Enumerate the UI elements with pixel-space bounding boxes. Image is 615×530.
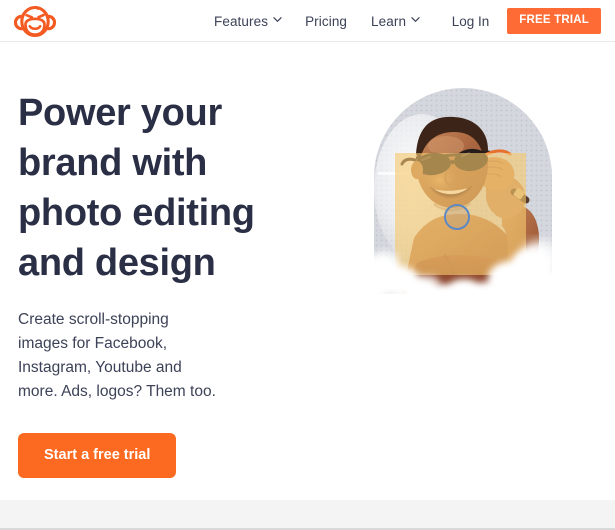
log-in-link[interactable]: Log In bbox=[452, 14, 490, 29]
hero-copy-block: Power your brand with photo editing and … bbox=[18, 88, 318, 478]
nav-item-pricing[interactable]: Pricing bbox=[305, 14, 347, 29]
nav-item-learn[interactable]: Learn bbox=[371, 13, 420, 29]
start-free-trial-button[interactable]: Start a free trial bbox=[18, 433, 177, 478]
selection-circle-handle[interactable] bbox=[444, 204, 470, 230]
page-bottom-band bbox=[0, 500, 615, 530]
chevron-down-icon bbox=[411, 15, 420, 23]
hero-artwork bbox=[364, 84, 559, 314]
free-trial-button[interactable]: FREE TRIAL bbox=[507, 8, 601, 34]
header-actions: Log In FREE TRIAL bbox=[452, 0, 601, 42]
primary-navigation: Features Pricing Learn bbox=[214, 0, 420, 42]
site-header: Features Pricing Learn Log In FREE TRIAL bbox=[0, 0, 615, 42]
hero-subcopy: Create scroll-stopping images for Facebo… bbox=[18, 311, 216, 400]
nav-item-features[interactable]: Features bbox=[214, 13, 282, 29]
landing-page: Features Pricing Learn Log In FREE TRIAL… bbox=[0, 0, 615, 530]
page-title: Power your brand with photo editing and … bbox=[18, 92, 255, 284]
nav-label-features: Features bbox=[214, 13, 269, 29]
picmonkey-monkey-logo-icon[interactable] bbox=[14, 4, 56, 38]
nav-label-learn: Learn bbox=[371, 13, 407, 29]
nav-label-pricing: Pricing bbox=[305, 13, 348, 29]
chevron-down-icon bbox=[273, 15, 282, 23]
